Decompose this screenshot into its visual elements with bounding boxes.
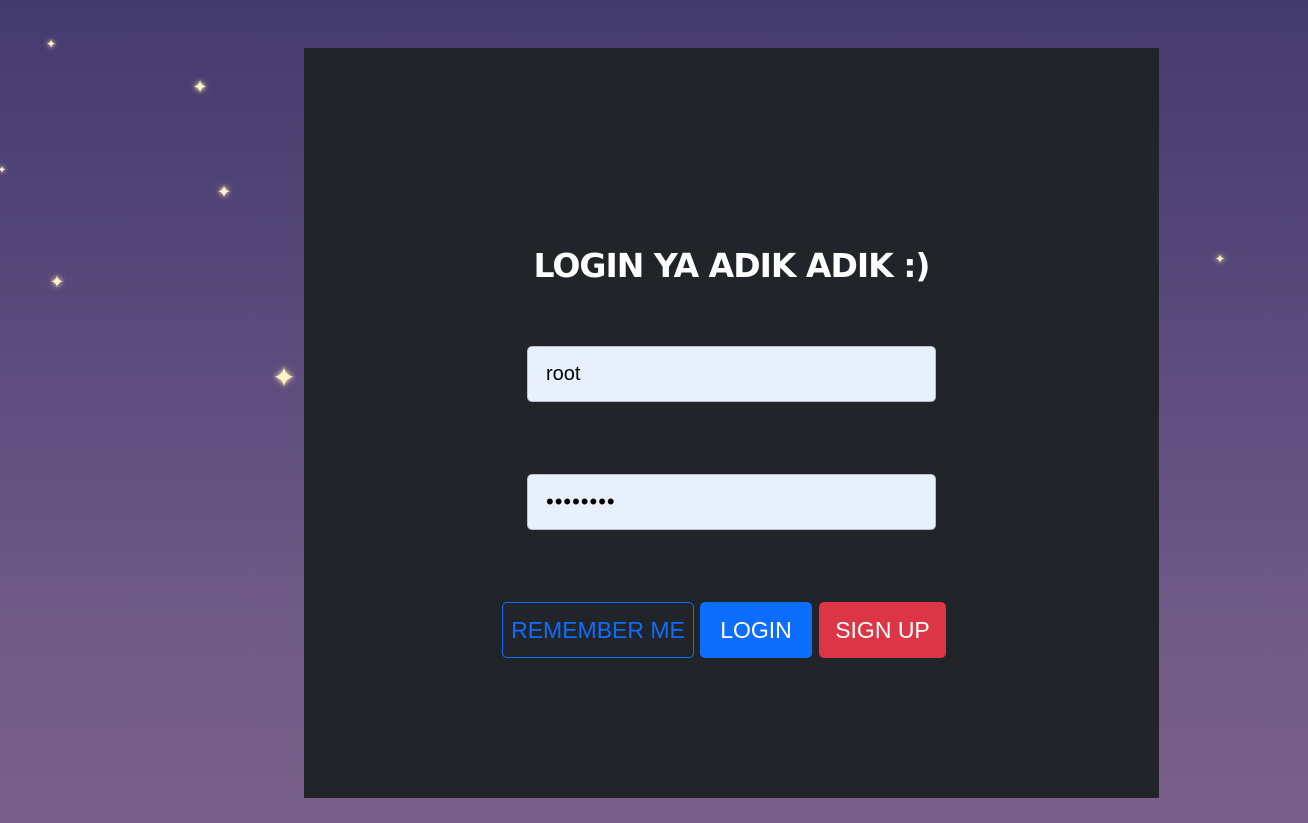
- star-icon: ✦: [49, 272, 65, 292]
- password-input[interactable]: [527, 474, 936, 530]
- username-input[interactable]: [527, 346, 936, 402]
- star-icon: ✦: [216, 182, 232, 202]
- login-button[interactable]: LOGIN: [700, 602, 812, 658]
- star-icon: ✦: [192, 77, 208, 97]
- star-icon: ✦: [45, 37, 57, 51]
- remember-me-button[interactable]: REMEMBER ME: [502, 602, 694, 658]
- star-icon: ✦: [0, 165, 7, 176]
- login-card: LOGIN YA ADIK ADIK :) REMEMBER ME LOGIN …: [304, 48, 1159, 798]
- star-icon: ✦: [1214, 252, 1226, 266]
- sign-up-button[interactable]: SIGN UP: [819, 602, 946, 658]
- login-title: LOGIN YA ADIK ADIK :): [533, 246, 931, 285]
- star-icon: ✦: [272, 362, 296, 393]
